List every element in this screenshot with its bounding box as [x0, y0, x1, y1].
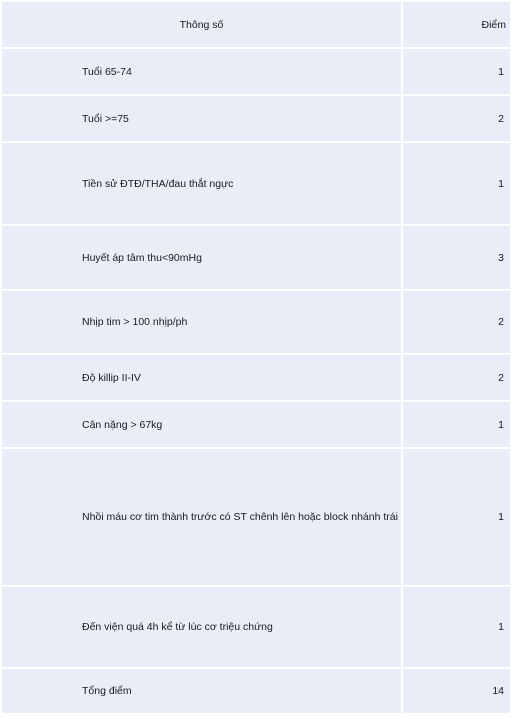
score-table: Thông số Điểm Tuổi 65-74 1 Tuổi >=75 2 T… — [0, 0, 514, 713]
score-cell: 2 — [403, 96, 510, 141]
score-text: 1 — [498, 621, 504, 633]
table-row: Tiền sử ĐTĐ/THA/đau thắt ngực 1 — [0, 141, 514, 224]
table-row: Cân nặng > 67kg 1 — [0, 400, 514, 447]
score-cell: 3 — [403, 226, 510, 289]
param-text: Tiền sử ĐTĐ/THA/đau thắt ngực — [82, 177, 234, 190]
score-cell: 1 — [403, 49, 510, 94]
score-text: 2 — [498, 112, 504, 125]
table-row: Độ killip II-IV 2 — [0, 353, 514, 400]
param-cell: Tuổi 65-74 — [2, 49, 401, 94]
param-cell: Độ killip II-IV — [2, 355, 401, 400]
score-text: 2 — [498, 316, 504, 328]
score-cell: 1 — [403, 587, 510, 667]
param-cell: Cân nặng > 67kg — [2, 402, 401, 447]
score-text: 2 — [498, 371, 504, 384]
score-cell: 1 — [403, 449, 510, 585]
param-text: Nhồi máu cơ tim thành trước có ST chênh … — [82, 511, 398, 523]
param-text: Huyết áp tâm thu<90mHg — [82, 251, 202, 264]
score-text: 1 — [498, 418, 504, 431]
header-score-label: Điểm — [481, 18, 506, 31]
param-cell: Nhịp tim > 100 nhịp/ph — [2, 291, 401, 353]
param-text: Đến viện quá 4h kể từ lúc cơ triệu chứng — [82, 621, 273, 633]
header-score-cell: Điểm — [403, 2, 510, 47]
table-row: Nhồi máu cơ tim thành trước có ST chênh … — [0, 447, 514, 585]
score-text: 1 — [498, 511, 504, 523]
table-row: Tuổi 65-74 1 — [0, 47, 514, 94]
table-row: Huyết áp tâm thu<90mHg 3 — [0, 224, 514, 289]
param-cell: Đến viện quá 4h kể từ lúc cơ triệu chứng — [2, 587, 401, 667]
param-cell: Tổng điểm — [2, 669, 401, 713]
score-cell: 14 — [403, 669, 510, 713]
table-row: Đến viện quá 4h kể từ lúc cơ triệu chứng… — [0, 585, 514, 667]
table-row-total: Tổng điểm 14 — [0, 667, 514, 713]
score-cell: 2 — [403, 291, 510, 353]
table-row: Nhịp tim > 100 nhịp/ph 2 — [0, 289, 514, 353]
header-param-cell: Thông số — [2, 2, 401, 47]
param-text: Tổng điểm — [82, 685, 132, 697]
param-cell: Tuổi >=75 — [2, 96, 401, 141]
table-header-row: Thông số Điểm — [0, 0, 514, 47]
param-cell: Tiền sử ĐTĐ/THA/đau thắt ngực — [2, 143, 401, 224]
param-text: Cân nặng > 67kg — [82, 418, 163, 431]
param-text: Độ killip II-IV — [82, 371, 141, 384]
score-cell: 2 — [403, 355, 510, 400]
param-text: Tuổi 65-74 — [82, 65, 132, 78]
param-cell: Huyết áp tâm thu<90mHg — [2, 226, 401, 289]
score-text: 1 — [498, 65, 504, 78]
score-cell: 1 — [403, 143, 510, 224]
table-row: Tuổi >=75 2 — [0, 94, 514, 141]
score-text: 14 — [492, 685, 504, 697]
param-text: Tuổi >=75 — [82, 112, 129, 125]
score-text: 1 — [498, 177, 504, 190]
param-text: Nhịp tim > 100 nhịp/ph — [82, 316, 188, 328]
score-text: 3 — [498, 251, 504, 264]
param-cell: Nhồi máu cơ tim thành trước có ST chênh … — [2, 449, 401, 585]
table-body: Tuổi 65-74 1 Tuổi >=75 2 Tiền sử ĐTĐ/THA… — [0, 47, 514, 713]
score-cell: 1 — [403, 402, 510, 447]
header-param-label: Thông số — [179, 18, 224, 31]
